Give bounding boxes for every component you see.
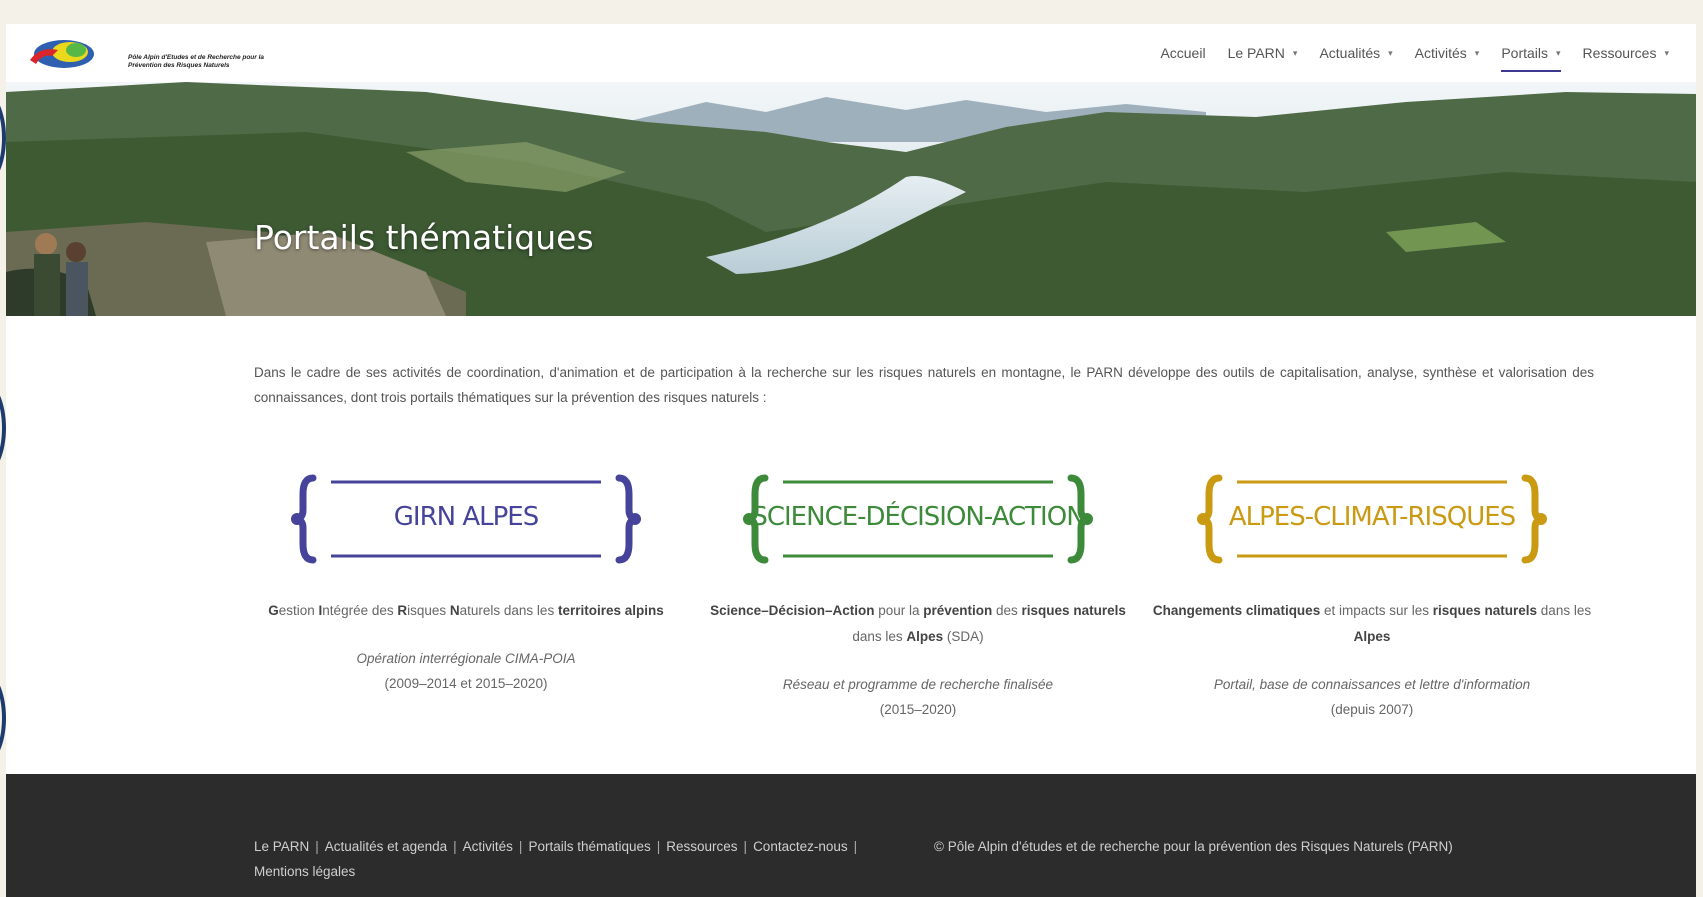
portal-dates: (2015–2020): [879, 702, 957, 717]
portal-description: Changements climatiques et impacts sur l…: [1152, 603, 1592, 644]
footer-link[interactable]: Actualités et agenda: [325, 839, 447, 854]
footer-separator: |: [518, 839, 523, 854]
site-header: Pôle Alpin d'Etudes et de Recherche pour…: [6, 24, 1696, 82]
portal-subtitle: Portail, base de connaissances et lettre…: [1152, 672, 1592, 722]
hero-banner: Portails thématiques: [6, 82, 1696, 316]
chevron-down-icon: ▾: [1474, 47, 1480, 58]
chevron-down-icon: ▾: [1292, 47, 1298, 58]
nav-item-actualit-s[interactable]: Actualités ▾: [1308, 24, 1403, 82]
hero-landscape-image: [6, 82, 1696, 316]
site-footer: Le PARN | Actualités et agenda | Activités | P…: [6, 774, 1696, 897]
footer-link[interactable]: Mentions légales: [254, 864, 355, 879]
portal-card: SCIENCE-DÉCISION-ACTION Science–Décision…: [698, 474, 1138, 722]
portal-logo-link[interactable]: SCIENCE-DÉCISION-ACTION: [743, 474, 1093, 564]
page-title: Portails thématiques: [254, 218, 594, 257]
portal-logo-link[interactable]: ALPES-CLIMAT-RISQUES: [1197, 474, 1547, 564]
footer-separator: |: [853, 839, 858, 854]
footer-separator: |: [656, 839, 661, 854]
nav-item-accueil[interactable]: Accueil: [1149, 24, 1216, 82]
nav-item-ressources[interactable]: Ressources ▾: [1572, 24, 1680, 82]
chevron-down-icon: ▾: [1664, 47, 1669, 58]
footer-separator: |: [453, 839, 457, 854]
portal-card: GIRN ALPES Gestion Intégrée des Risques …: [246, 474, 686, 696]
portal-description: Gestion Intégrée des Risques Naturels da…: [268, 603, 664, 618]
portal-subtitle: Opération interrégionale CIMA-POIA (2009…: [246, 646, 686, 696]
footer-link[interactable]: Ressources: [666, 839, 737, 854]
main-nav: Accueil Le PARN ▾ Actualités ▾ Activités ▾ Port…: [1149, 24, 1680, 82]
portal-subtitle-italic: Portail, base de connaissances et lettre…: [1213, 677, 1531, 692]
nav-item-label: Accueil: [1160, 45, 1206, 61]
footer-links: Le PARN | Actualités et agenda | Activités | P…: [254, 834, 914, 884]
portal-name: SCIENCE-DÉCISION-ACTION: [751, 502, 1085, 532]
portal-card: ALPES-CLIMAT-RISQUES Changements climati…: [1152, 474, 1592, 722]
portal-dates: (2009–2014 et 2015–2020): [384, 676, 548, 691]
nav-item-activit-s[interactable]: Activités ▾: [1404, 24, 1491, 82]
portal-subtitle-italic: Opération interrégionale CIMA-POIA: [356, 651, 576, 666]
nav-item-portails[interactable]: Portails ▾: [1490, 24, 1571, 82]
portal-description: Science–Décision–Action pour la préventi…: [710, 603, 1126, 644]
nav-item-label: Le PARN: [1227, 45, 1285, 61]
footer-link[interactable]: Activités: [463, 839, 513, 854]
portal-subtitle: Réseau et programme de recherche finalis…: [698, 672, 1138, 722]
intro-paragraph: Dans le cadre de ses activités de coordi…: [254, 365, 1594, 405]
parn-logo[interactable]: Pôle Alpin d'Etudes et de Recherche pour…: [22, 36, 264, 72]
parn-logo-icon: [30, 40, 94, 68]
portal-name: ALPES-CLIMAT-RISQUES: [1228, 502, 1516, 532]
nav-item-label: Portails: [1501, 45, 1549, 61]
logo-text: Pôle Alpin d'Etudes et de Recherche pour…: [128, 54, 265, 69]
footer-copyright: © Pôle Alpin d'études et de recherche po…: [934, 839, 1453, 854]
footer-separator: |: [315, 839, 319, 854]
nav-item-label: Activités: [1414, 45, 1467, 61]
footer-link[interactable]: Portails thématiques: [528, 839, 650, 854]
page: Pôle Alpin d'Etudes et de Recherche pour…: [6, 24, 1696, 897]
nav-item-label: Actualités: [1319, 45, 1381, 61]
chevron-down-icon: ▾: [1388, 47, 1393, 58]
footer-link[interactable]: Le PARN: [254, 839, 309, 854]
nav-item-le-parn[interactable]: Le PARN ▾: [1217, 24, 1309, 82]
portal-dates: (depuis 2007): [1330, 702, 1414, 717]
portal-subtitle-italic: Réseau et programme de recherche finalis…: [782, 677, 1054, 692]
footer-link[interactable]: Contactez-nous: [753, 839, 848, 854]
footer-separator: |: [743, 839, 748, 854]
portal-logo-link[interactable]: GIRN ALPES: [291, 474, 641, 564]
portal-name: GIRN ALPES: [393, 502, 539, 532]
nav-item-label: Ressources: [1582, 45, 1657, 61]
chevron-down-icon: ▾: [1556, 47, 1561, 58]
